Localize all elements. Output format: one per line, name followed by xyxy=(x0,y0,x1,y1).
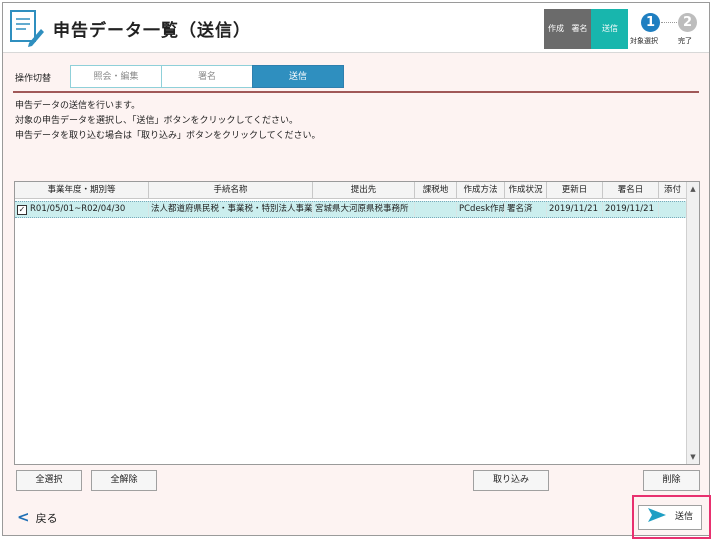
instructions: 申告データの送信を行います。 対象の申告データを選択し、「送信」ボタンをクリック… xyxy=(15,99,320,144)
deselect-all-button[interactable]: 全解除 xyxy=(91,470,157,491)
progress-indicator: 1 2 対象選択 完了 xyxy=(628,9,708,49)
column-header-destination[interactable]: 提出先 xyxy=(313,182,415,199)
progress-step-1: 1 xyxy=(641,13,660,32)
step-tab-create: 作成 xyxy=(544,9,568,49)
progress-caption-2: 完了 xyxy=(678,37,692,45)
progress-step-2: 2 xyxy=(678,13,697,32)
column-header-tax-location[interactable]: 課税地 xyxy=(415,182,457,199)
table-scrollbar[interactable]: ▲ ▼ xyxy=(686,182,699,464)
cell-creation-method: PCdesk作成 xyxy=(457,202,505,217)
step-tab-sign: 署名 xyxy=(568,9,591,49)
instruction-line: 申告データの送信を行います。 xyxy=(15,101,141,111)
instruction-line: 対象の申告データを選択し、「送信」ボタンをクリックしてください。 xyxy=(15,116,298,126)
cell-updated: 2019/11/21 xyxy=(547,202,603,217)
tab-view-edit[interactable]: 照会・編集 xyxy=(70,65,162,88)
cell-procedure: 法人都道府県民税・事業税・特別法人事業税 xyxy=(149,202,313,217)
page-title: 申告データ一覧（送信） xyxy=(53,21,251,41)
column-header-creation-method[interactable]: 作成方法 xyxy=(457,182,505,199)
send-label: 送信 xyxy=(675,512,694,522)
cell-signed: 2019/11/21 xyxy=(603,202,659,217)
column-header-period[interactable]: 事業年度・期別等 xyxy=(15,182,149,199)
send-arrow-icon xyxy=(648,508,666,522)
send-button[interactable]: 送信 xyxy=(638,505,702,530)
mode-switch-label: 操作切替 xyxy=(15,74,52,84)
divider xyxy=(13,91,699,93)
declaration-table: 事業年度・期別等 手続名称 提出先 課税地 作成方法 作成状況 更新日 署名日 … xyxy=(14,181,700,465)
cell-attachment xyxy=(659,202,687,217)
app-window: 申告データ一覧（送信） 作成 署名 送信 1 2 対象選択 完了 操作切替 照会… xyxy=(2,2,711,539)
back-label: 戻る xyxy=(35,512,58,525)
import-button[interactable]: 取り込み xyxy=(473,470,549,491)
column-header-updated[interactable]: 更新日 xyxy=(547,182,603,199)
column-header-procedure[interactable]: 手続名称 xyxy=(149,182,313,199)
document-edit-icon xyxy=(10,10,44,47)
table-row[interactable]: ✓ R01/05/01~R02/04/30 法人都道府県民税・事業税・特別法人事業… xyxy=(15,201,687,218)
cell-destination: 宮城県大河原県税事務所 xyxy=(313,202,415,217)
workflow-step-tabs: 作成 署名 送信 xyxy=(544,9,629,49)
select-all-button[interactable]: 全選択 xyxy=(16,470,82,491)
column-header-attachment[interactable]: 添付 xyxy=(659,182,687,199)
mode-tabs: 照会・編集 署名 送信 xyxy=(70,65,344,88)
instruction-line: 申告データを取り込む場合は「取り込み」ボタンをクリックしてください。 xyxy=(15,131,321,141)
tab-sign[interactable]: 署名 xyxy=(161,65,253,88)
tab-send[interactable]: 送信 xyxy=(252,65,344,88)
cell-period: ✓ R01/05/01~R02/04/30 xyxy=(15,202,149,217)
table-header: 事業年度・期別等 手続名称 提出先 課税地 作成方法 作成状況 更新日 署名日 … xyxy=(15,182,687,199)
chevron-left-icon: < xyxy=(17,508,30,526)
scroll-up-icon[interactable]: ▲ xyxy=(687,183,699,195)
scroll-down-icon[interactable]: ▼ xyxy=(687,451,699,463)
back-link[interactable]: < 戻る xyxy=(17,508,58,526)
column-header-creation-status[interactable]: 作成状況 xyxy=(505,182,547,199)
cell-creation-status: 署名済 xyxy=(505,202,547,217)
step-tab-send: 送信 xyxy=(591,9,629,49)
header: 申告データ一覧（送信） 作成 署名 送信 1 2 対象選択 完了 xyxy=(3,3,709,53)
progress-connector xyxy=(661,22,677,23)
progress-caption-1: 対象選択 xyxy=(630,37,658,45)
row-checkbox[interactable]: ✓ xyxy=(17,205,27,215)
column-header-signed[interactable]: 署名日 xyxy=(603,182,659,199)
delete-button[interactable]: 削除 xyxy=(643,470,700,491)
cell-tax-location xyxy=(415,202,457,217)
